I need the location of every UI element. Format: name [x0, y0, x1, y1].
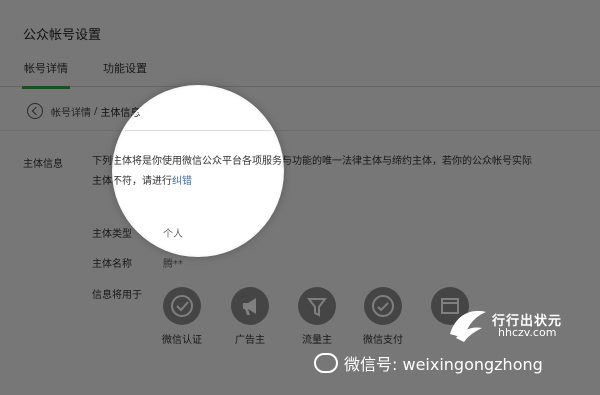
page-title: 公众帐号设置 [23, 28, 102, 43]
subject-desc-line2-magnified: 主体不符，请进行纠错 [114, 172, 282, 192]
magnifier-content: 帐号详情 / 主体信息 下列主体将是你使用微信公众平台各项服务与功能的唯一法律主… [114, 87, 282, 255]
divider-magnified [114, 130, 282, 131]
usage-advertiser: 广告主 [230, 287, 270, 346]
usage-caption: 微信支付 [363, 335, 403, 346]
usage-traffic-host: 流量主 [297, 287, 337, 346]
usage-caption: 流量主 [302, 335, 332, 346]
subject-description-magnified: 下列主体将是你使用微信公众平台各项服务与功能的唯一法律主体与缔约主体，若你的公众… [114, 152, 282, 192]
correction-link-magnified: 纠错 [172, 176, 192, 187]
subject-name-label: 主体名称 [92, 259, 132, 270]
subject-name-value: 腾** [163, 259, 183, 270]
funnel-icon [298, 287, 336, 325]
tab-function-settings[interactable]: 功能设置 [103, 60, 147, 76]
usage-caption: 广告主 [235, 335, 265, 346]
wechat-watermark: 微信号: weixingongzhong [314, 351, 543, 375]
subject-desc-line1-magnified: 下列主体将是你使用微信公众平台各项服务与功能的唯一法律主体与缔约主体，若你的公众… [114, 156, 282, 167]
tab-bar: 帐号详情 功能设置 [0, 56, 600, 89]
usage-certification: 微信认证 [162, 287, 202, 346]
subject-type-value-magnified: 个人 [163, 229, 183, 240]
breadcrumb-current-magnified: 主体信息 [114, 107, 141, 119]
breadcrumb-parent[interactable]: 帐号详情 [51, 104, 91, 119]
back-arrow-icon[interactable] [27, 103, 43, 119]
check-icon [163, 287, 201, 325]
subject-info-label: 主体信息 [23, 159, 63, 170]
breadcrumb-magnified: 帐号详情 / 主体信息 [114, 101, 140, 121]
site-logo-icon [450, 310, 486, 342]
divider [0, 130, 600, 131]
usage-caption: 微信认证 [162, 335, 202, 346]
subject-desc-line2-text-magnified: 主体不符，请进行 [114, 176, 172, 187]
magnifier-highlight: 帐号详情 / 主体信息 下列主体将是你使用微信公众平台各项服务与功能的唯一法律主… [114, 87, 282, 255]
site-url: hhczv.com [498, 326, 557, 339]
wallet-icon [364, 287, 402, 325]
usage-label: 信息将用于 [92, 290, 142, 301]
breadcrumb-separator: / [94, 105, 98, 117]
wechat-bubble-icon [314, 353, 338, 373]
megaphone-icon [231, 287, 269, 325]
wechat-id: 微信号: weixingongzhong [344, 355, 543, 374]
usage-wechat-pay: 微信支付 [363, 287, 403, 346]
tab-account-details[interactable]: 帐号详情 [22, 60, 70, 89]
subject-type-label-magnified: 主体类型 [114, 229, 132, 240]
site-watermark: 行行出状元 hhczv.com [446, 304, 586, 344]
